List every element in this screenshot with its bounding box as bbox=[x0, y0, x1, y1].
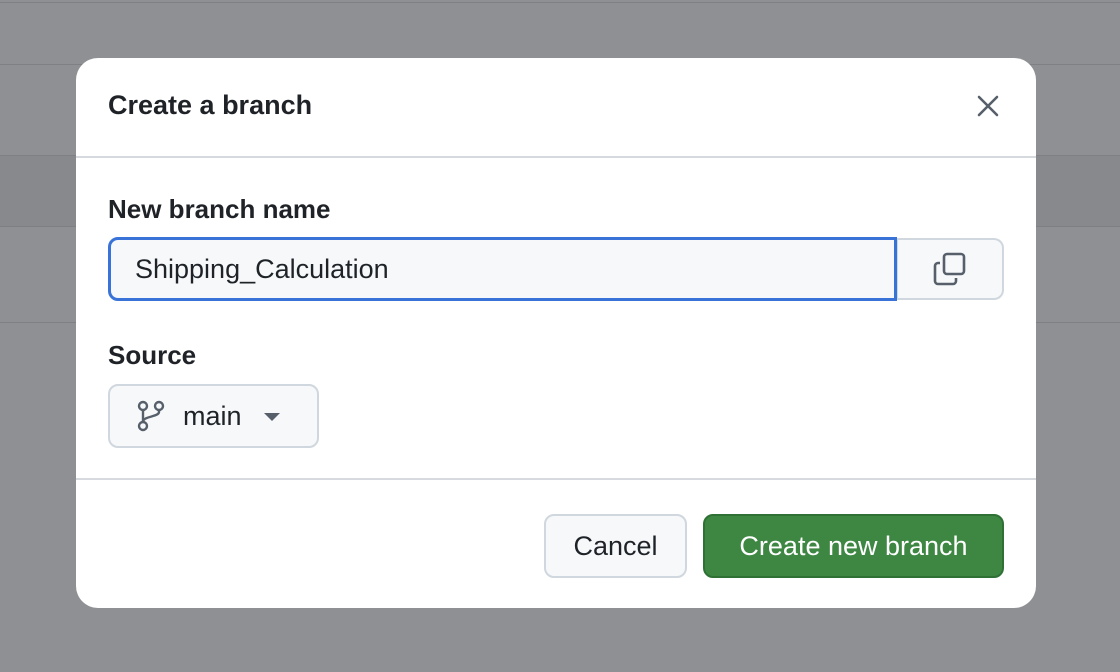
source-label: Source bbox=[108, 340, 197, 370]
cancel-button[interactable]: Cancel bbox=[544, 514, 687, 578]
close-button[interactable] bbox=[970, 88, 1006, 124]
chevron-down-icon bbox=[263, 413, 280, 421]
branch-name-input[interactable] bbox=[108, 237, 897, 301]
create-new-branch-button[interactable]: Create new branch bbox=[703, 514, 1004, 578]
dialog-footer: Cancel Create new branch bbox=[76, 478, 1036, 608]
dialog-title: Create a branch bbox=[108, 90, 313, 120]
dialog-header: Create a branch bbox=[76, 58, 1036, 158]
copy-branch-name-button[interactable] bbox=[897, 238, 1004, 300]
branch-name-group bbox=[108, 237, 1004, 301]
git-branch-icon bbox=[137, 400, 165, 432]
source-branch-select[interactable]: main bbox=[108, 384, 319, 448]
copy-icon bbox=[933, 252, 966, 286]
branch-name-label: New branch name bbox=[108, 194, 331, 224]
source-selected-branch: main bbox=[183, 400, 242, 431]
background-divider bbox=[0, 2, 1120, 3]
create-branch-dialog: Create a branch New branch name Source bbox=[76, 58, 1036, 608]
page-overlay: tus Create a branch New branch name Sour… bbox=[0, 0, 1120, 672]
close-icon bbox=[977, 95, 999, 117]
